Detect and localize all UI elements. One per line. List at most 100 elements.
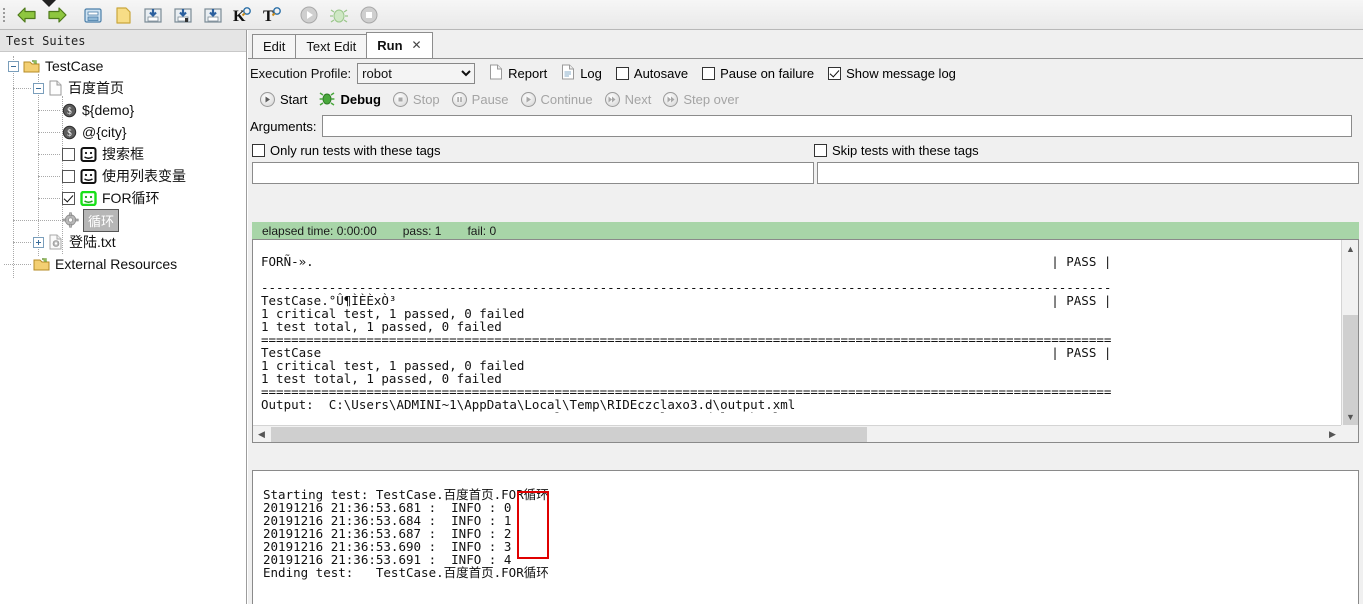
output-horizontal-scrollbar[interactable]: ◀ ▶ [253, 425, 1341, 442]
log-button[interactable]: Log [561, 64, 602, 83]
checkbox-box [702, 66, 716, 80]
toolbar-overflow-arrow-icon[interactable] [42, 0, 56, 7]
tree-node-label: 搜索框 [102, 146, 144, 162]
fail-count-text: fail: 0 [467, 223, 497, 238]
save-icon[interactable] [138, 1, 168, 29]
checkbox-box [814, 143, 827, 157]
start-icon[interactable] [294, 1, 324, 29]
message-log-panel[interactable]: Starting test: TestCase.百度首页.FOR循环 20191… [252, 470, 1359, 604]
only-run-tags-checkbox[interactable]: Only run tests with these tags [252, 143, 441, 158]
toolbar-drag-handle[interactable] [0, 1, 12, 29]
start-label: Start [280, 91, 308, 107]
pause-button[interactable]: Pause [451, 91, 509, 107]
tab-edit[interactable]: Edit [252, 34, 297, 58]
test-suites-header: Test Suites [0, 30, 246, 52]
tree-node-external-resources[interactable]: External Resources [0, 253, 246, 275]
keyword-gear-icon [62, 212, 79, 228]
skip-tags-input[interactable] [817, 162, 1359, 184]
run-output-console[interactable]: FORÑ-». | PASS | -----------------------… [252, 239, 1359, 443]
tree-node-label: 登陆.txt [69, 234, 116, 250]
tree-node-checkbox[interactable] [62, 147, 75, 161]
expander-plus-icon[interactable] [33, 236, 44, 248]
stop-icon[interactable] [354, 1, 384, 29]
search-test-icon[interactable]: T [258, 1, 288, 29]
tab-text-edit[interactable]: Text Edit [295, 34, 368, 58]
debug-label: Debug [340, 91, 381, 107]
editor-tab-strip: Edit Text Edit Run ✕ [248, 30, 1363, 59]
scroll-thumb-horizontal[interactable] [271, 427, 867, 442]
play-icon [520, 91, 536, 107]
tree-node-checkbox[interactable] [62, 169, 75, 183]
pause-on-failure-checkbox[interactable]: Pause on failure [702, 66, 814, 81]
svg-text:$: $ [67, 128, 72, 138]
continue-button[interactable]: Continue [520, 91, 593, 107]
play-icon [260, 91, 275, 107]
skip-tags-checkbox[interactable]: Skip tests with these tags [814, 143, 979, 158]
scroll-down-icon[interactable]: ▼ [1342, 408, 1359, 425]
tree-node-testcase-search-box[interactable]: 搜索框 [0, 143, 246, 165]
checkbox-box [615, 66, 629, 80]
testcase-icon [80, 168, 97, 184]
tree-node-checkbox[interactable] [62, 191, 75, 205]
autosave-checkbox[interactable]: Autosave [615, 65, 689, 81]
tree-node-variable-demo[interactable]: $ ${demo} [0, 99, 246, 121]
output-vertical-scrollbar[interactable]: ▲ ▼ [1341, 240, 1359, 439]
search-keyword-icon[interactable]: K [228, 1, 258, 29]
run-configuration-bar: Execution Profile: robotpybotjybotcustom… [248, 60, 1363, 186]
continue-label: Continue [540, 91, 593, 107]
scroll-up-icon[interactable]: ▲ [1342, 240, 1359, 257]
step-over-button[interactable]: Step over [663, 91, 739, 107]
pause-on-failure-label: Pause on failure [720, 65, 815, 81]
tree-node-testcase-list-variable[interactable]: 使用列表变量 [0, 165, 246, 187]
arguments-label: Arguments: [250, 118, 317, 134]
test-suite-tree[interactable]: TestCase 百度首页 $ ${demo} $ @{city} 搜索框 使用… [0, 52, 246, 603]
checkbox-box [252, 143, 265, 157]
tree-node-label-selected: 循环 [82, 208, 120, 232]
save-all-icon[interactable] [198, 1, 228, 29]
tree-node-label: External Resources [55, 256, 178, 272]
testcase-icon [80, 146, 97, 162]
report-button[interactable]: Report [489, 64, 547, 83]
back-icon[interactable] [12, 1, 42, 29]
stop-label: Stop [412, 91, 440, 107]
tree-node-keyword-loop[interactable]: 循环 [0, 208, 246, 232]
svg-text:T: T [263, 8, 274, 25]
only-run-tags-input[interactable] [252, 162, 814, 184]
tree-node-label: TestCase [45, 58, 104, 74]
tree-node-resource-login-txt[interactable]: 登陆.txt [0, 231, 246, 253]
autosave-label: Autosave [633, 65, 689, 81]
debug-button[interactable]: Debug [319, 90, 381, 109]
testcase-pass-icon [80, 190, 97, 206]
ext-resources-icon [33, 257, 50, 272]
start-button[interactable]: Start [260, 91, 308, 107]
save-as-icon[interactable] [168, 1, 198, 29]
next-button[interactable]: Next [604, 91, 651, 107]
stop-icon [392, 91, 408, 107]
run-controls-row: Start Debug Stop Pause Continue Next Ste… [248, 86, 1363, 112]
step-over-label: Step over [683, 91, 739, 107]
expander-minus-icon[interactable] [33, 82, 44, 94]
tab-run[interactable]: Run ✕ [366, 32, 433, 58]
stop-button[interactable]: Stop [392, 91, 440, 107]
open-directory-icon[interactable] [78, 1, 108, 29]
tree-node-testcase[interactable]: TestCase [0, 55, 246, 77]
expander-minus-icon[interactable] [8, 60, 19, 72]
resource-file-icon [48, 234, 64, 250]
arguments-input[interactable] [322, 115, 1353, 137]
close-icon[interactable]: ✕ [412, 33, 422, 58]
tree-node-testcase-for-loop[interactable]: FOR循环 [0, 187, 246, 209]
scroll-right-icon[interactable]: ▶ [1324, 426, 1341, 443]
variable-icon: $ [62, 125, 77, 140]
bug-icon [319, 90, 335, 109]
checkbox-box [828, 66, 842, 80]
tree-node-baidu-home[interactable]: 百度首页 [0, 77, 246, 99]
tree-node-variable-city[interactable]: $ @{city} [0, 121, 246, 143]
scroll-left-icon[interactable]: ◀ [253, 426, 270, 443]
show-message-log-checkbox[interactable]: Show message log [828, 66, 956, 81]
tree-node-label: FOR循环 [102, 190, 160, 206]
debug-icon[interactable] [324, 1, 354, 29]
scrollbar-corner [1341, 425, 1358, 442]
new-folder-icon[interactable] [108, 1, 138, 29]
execution-profile-select[interactable]: robotpybotjybotcustom script [357, 62, 476, 84]
tag-filter-input-row [248, 160, 1363, 186]
